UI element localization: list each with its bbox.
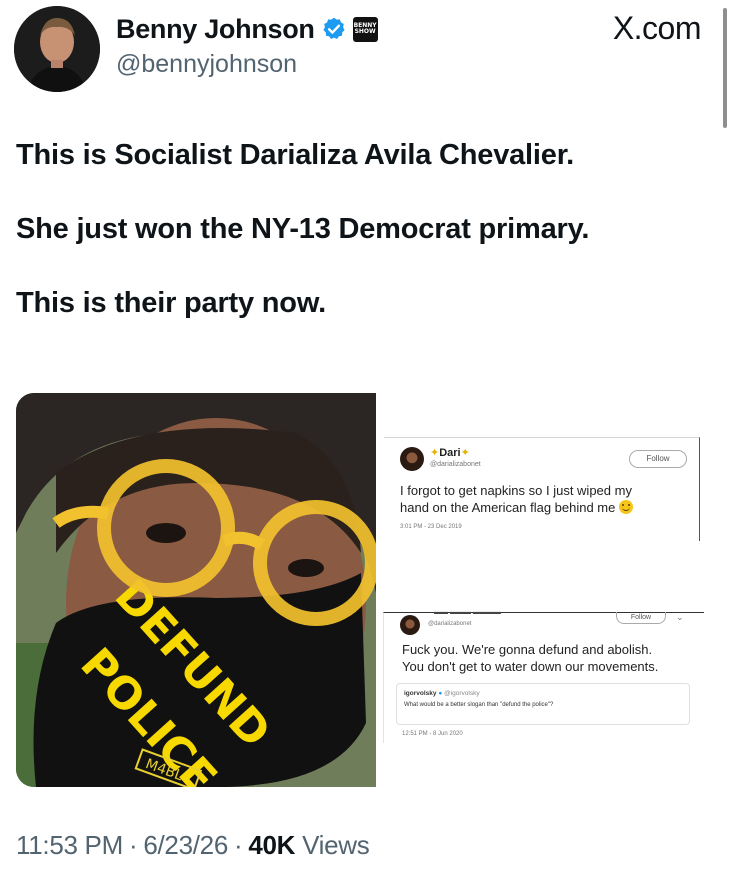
- verified-check-icon: ●: [438, 690, 443, 697]
- embedded-body-line: I forgot to get napkins so I just wiped …: [400, 483, 632, 498]
- smiley-emoji-icon: [619, 500, 633, 514]
- tweet-paragraph: This is Socialist Darializa Avila Cheval…: [16, 139, 575, 171]
- chevron-down-icon[interactable]: ⌄: [676, 612, 684, 623]
- meta-separator: ·: [128, 830, 138, 860]
- embedded-name-cropped: ▬▬ ▬▬▬ ▬▬▬▬: [434, 609, 501, 616]
- author-display-name[interactable]: Benny Johnson: [116, 14, 315, 45]
- embedded-tweet-2[interactable]: ▬▬ ▬▬▬ ▬▬▬▬ @darializabonet Follow ⌄ Fuc…: [383, 609, 704, 743]
- embedded-avatar: [400, 447, 424, 471]
- avatar-portrait: [14, 6, 100, 92]
- meta-separator: ·: [233, 830, 243, 860]
- sparkle-icon: ✦: [430, 447, 440, 459]
- site-label: X.com: [612, 10, 702, 46]
- views-count: 40K: [248, 830, 296, 860]
- embedded-body-line: Fuck you. We're gonna defund and abolish…: [402, 642, 653, 657]
- embedded-tweet-1[interactable]: ✦Dari✦ @darializabonet Follow I forgot t…: [384, 437, 700, 541]
- tweet-date[interactable]: 6/23/26: [143, 830, 228, 861]
- views-label: Views: [302, 830, 370, 860]
- org-badge-line2: SHOW: [354, 28, 376, 35]
- author-handle[interactable]: @bennyjohnson: [116, 50, 297, 79]
- embedded-body: I forgot to get napkins so I just wiped …: [400, 482, 633, 516]
- embedded-body: Fuck you. We're gonna defund and abolish…: [402, 641, 658, 675]
- tweet-meta: 11:53 PM · 6/23/26 · 40K Views: [16, 830, 370, 861]
- selfie-image: DEFUND POLICE M4BL: [16, 393, 376, 787]
- verified-check-icon: [323, 17, 345, 39]
- tweet-photo[interactable]: DEFUND POLICE M4BL: [16, 393, 376, 787]
- follow-button[interactable]: Follow: [629, 450, 687, 468]
- scrollbar[interactable]: [723, 8, 727, 128]
- embedded-handle: @darializabonet: [428, 621, 472, 627]
- quoted-tweet[interactable]: igorvolsky ● @igorvolsky What would be a…: [396, 683, 690, 725]
- tweet-paragraph: She just won the NY-13 Democrat primary.: [16, 213, 590, 245]
- sparkle-icon: ✦: [460, 447, 470, 459]
- embedded-body-line: hand on the American flag behind me: [400, 499, 633, 516]
- org-badge-icon[interactable]: BENNY SHOW: [352, 16, 378, 42]
- quoted-text: What would be a better slogan than "defu…: [404, 702, 554, 708]
- embedded-timestamp: 3:01 PM - 23 Dec 2019: [400, 524, 462, 530]
- embedded-avatar: [400, 615, 420, 635]
- author-avatar[interactable]: [14, 6, 100, 92]
- embedded-handle: @darializabonet: [430, 461, 481, 468]
- tweet-time[interactable]: 11:53 PM: [16, 830, 123, 861]
- embedded-body-line: You don't get to water down our movement…: [402, 659, 659, 674]
- follow-button[interactable]: Follow: [616, 612, 666, 624]
- quoted-author: igorvolsky ● @igorvolsky: [404, 690, 480, 697]
- tweet-paragraph: This is their party now.: [16, 287, 326, 319]
- author-name-row: Benny Johnson BENNY SHOW: [116, 10, 378, 48]
- embedded-timestamp: 12:51 PM - 8 Jun 2020: [402, 731, 463, 737]
- tweet-text: This is Socialist Darializa Avila Cheval…: [16, 138, 706, 360]
- embedded-name: ✦Dari✦: [430, 447, 470, 459]
